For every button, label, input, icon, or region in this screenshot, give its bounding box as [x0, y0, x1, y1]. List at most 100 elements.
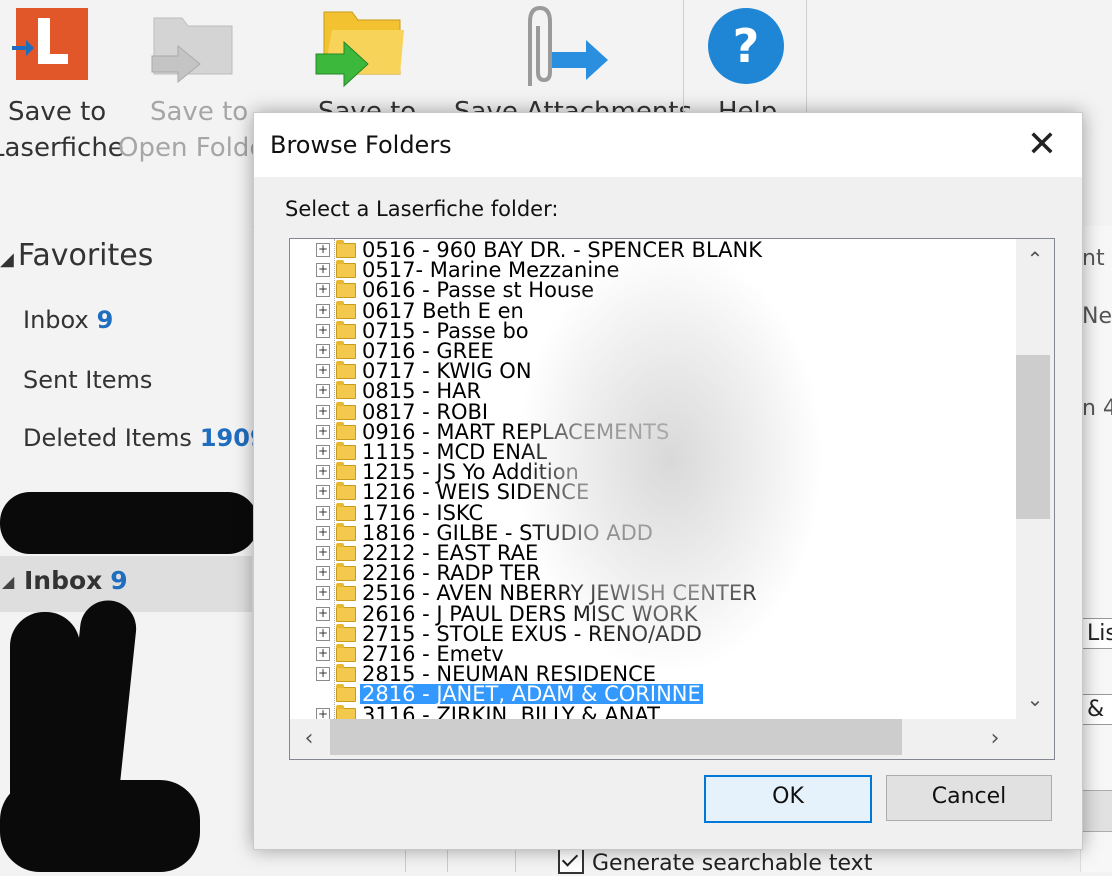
folder-icon — [336, 563, 356, 582]
expand-icon[interactable]: + — [316, 243, 330, 257]
help-button[interactable]: ? Help — [690, 0, 800, 127]
laserfiche-save-icon — [12, 6, 90, 84]
folder-icon — [336, 381, 356, 400]
folder-icon — [336, 260, 356, 279]
ok-button[interactable]: OK — [704, 775, 872, 823]
unread-count: 9 — [110, 566, 128, 595]
folder-icon — [336, 462, 356, 481]
inbox-label: Inbox — [24, 566, 103, 595]
nav-item-inbox-selected[interactable]: ◢ Inbox 9 — [0, 556, 252, 612]
divider — [405, 848, 406, 872]
partial-button[interactable] — [1082, 790, 1112, 832]
folder-icon — [336, 543, 356, 561]
checkbox[interactable] — [558, 848, 584, 874]
expand-icon[interactable]: + — [316, 546, 330, 560]
expand-icon[interactable]: + — [316, 384, 330, 399]
folder-icon — [336, 664, 356, 683]
folder-name: 2216 - RADP TER — [362, 561, 541, 586]
partial-dropdown[interactable]: List — [1082, 618, 1112, 649]
scroll-down-icon[interactable]: ⌄ — [1016, 679, 1054, 719]
nav-item-deleted-items[interactable]: Deleted Items 1909 — [23, 424, 267, 452]
expand-icon[interactable]: + — [316, 485, 330, 500]
folder-icon — [336, 300, 356, 319]
folder-name: 1216 - WEIS SIDENCE — [362, 480, 590, 505]
dialog-title: Browse Folders — [270, 131, 452, 159]
folder-icon — [336, 280, 356, 299]
save-to-folder-button[interactable]: Save to — [300, 0, 420, 127]
expand-icon[interactable]: + — [316, 323, 330, 338]
expand-icon[interactable]: + — [316, 667, 330, 682]
expand-icon[interactable]: + — [316, 465, 330, 480]
open-folder-save-icon — [148, 4, 238, 90]
expand-icon[interactable]: + — [316, 445, 330, 459]
expand-icon[interactable]: + — [316, 606, 330, 621]
folder-name: 2212 - EAST RAE — [362, 541, 539, 565]
folder-icon — [336, 421, 356, 440]
folder-name: 0716 - GREE — [362, 339, 494, 363]
expand-icon[interactable]: + — [316, 566, 330, 581]
horizontal-scroll-thumb[interactable] — [330, 719, 902, 755]
folder-icon — [336, 603, 356, 622]
folder-name: 0815 - HAR — [362, 379, 482, 404]
save-to-open-folder-button[interactable]: Save to Open Folder — [118, 0, 276, 170]
divider — [447, 848, 448, 872]
save-to-open-folder-label-1: Save to — [150, 97, 249, 127]
vertical-scroll-thumb[interactable] — [1016, 355, 1050, 519]
expand-icon[interactable]: + — [316, 647, 330, 661]
collapse-triangle-icon: ◢ — [2, 572, 15, 591]
expand-icon[interactable]: + — [316, 283, 330, 298]
expand-icon[interactable]: + — [316, 505, 330, 520]
browse-folders-dialog: Browse Folders ✕ Select a Laserfiche fol… — [253, 112, 1083, 850]
folder-name: 2816 - JANET, ADAM & CORINNE — [360, 682, 703, 707]
save-to-laserfiche-button[interactable]: Save to Laserfiche — [0, 0, 124, 170]
expand-icon[interactable]: + — [316, 344, 330, 358]
scrollbar-corner — [1016, 719, 1054, 759]
expand-icon[interactable]: + — [316, 586, 330, 601]
unread-count: 9 — [96, 306, 114, 334]
save-to-laserfiche-label-2: Laserfiche — [0, 133, 124, 163]
nav-item-label: Inbox — [23, 306, 89, 334]
folder-tree[interactable]: +0516 - 960 BAY DR. - SPENCER BLANK +0517… — [289, 238, 1055, 760]
option-label: Generate searchable text — [592, 851, 873, 876]
expand-icon[interactable]: + — [316, 626, 330, 641]
folder-name: 1716 - ISKC — [362, 500, 484, 525]
paperclip-arrow-icon — [516, 2, 616, 92]
expand-icon[interactable]: + — [316, 303, 330, 318]
folder-icon — [336, 684, 356, 703]
folder-icon — [336, 704, 356, 719]
close-icon[interactable]: ✕ — [1020, 123, 1064, 167]
nav-item-label: Deleted Items — [23, 424, 192, 452]
expand-icon[interactable]: + — [316, 707, 330, 719]
scroll-up-icon[interactable]: ⌃ — [1016, 239, 1054, 279]
save-attachments-button[interactable]: Save Attachments — [450, 0, 692, 127]
expand-icon[interactable]: + — [316, 263, 330, 278]
folder-icon — [336, 442, 356, 460]
expand-icon[interactable]: + — [316, 424, 330, 439]
nav-item-inbox[interactable]: Inbox 9 — [23, 306, 113, 334]
nav-item-sent-items[interactable]: Sent Items — [23, 366, 152, 394]
ribbon-separator — [683, 0, 684, 120]
scroll-right-icon[interactable]: › — [976, 719, 1014, 759]
folder-icon — [336, 482, 356, 501]
expand-icon[interactable]: + — [316, 364, 330, 379]
scroll-left-icon[interactable]: ‹ — [290, 719, 328, 759]
folder-name: 1115 - MCD ENAL — [362, 440, 548, 464]
folder-tree-content: +0516 - 960 BAY DR. - SPENCER BLANK +0517… — [290, 239, 1016, 719]
folder-name: 0715 - Passe bo — [362, 318, 529, 343]
folder-name: 2516 - AVEN NBERRY JEWISH CENTER — [362, 581, 757, 606]
partial-dropdown[interactable]: & C — [1082, 694, 1112, 725]
favorites-header[interactable]: ◢ Favorites — [0, 238, 153, 273]
expand-icon[interactable]: + — [316, 404, 330, 419]
redaction-mark — [0, 492, 258, 554]
ribbon-separator — [806, 0, 807, 120]
folder-name: 1816 - GILBE - STUDIO ADD — [362, 520, 653, 545]
folder-icon — [336, 522, 356, 541]
expand-icon[interactable]: + — [316, 525, 330, 540]
dialog-prompt: Select a Laserfiche folder: — [285, 197, 559, 221]
cancel-button[interactable]: Cancel — [886, 775, 1052, 821]
folder-name: 0616 - Passe st House — [362, 278, 595, 303]
folder-icon — [336, 240, 356, 258]
favorites-label: Favorites — [17, 238, 154, 273]
dialog-titlebar: Browse Folders ✕ — [254, 113, 1082, 177]
folder-icon — [336, 623, 356, 642]
